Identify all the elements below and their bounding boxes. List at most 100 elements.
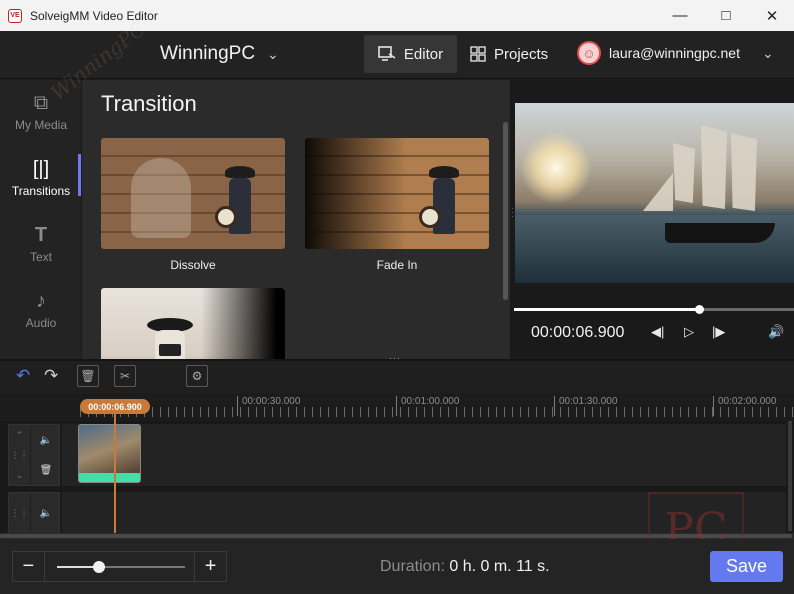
ghost-overlay	[131, 158, 191, 238]
ruler-label: 00:01:00.000	[396, 396, 459, 416]
sidebar-item-transitions[interactable]: [|] Transitions	[0, 148, 82, 208]
zoom-handle[interactable]	[92, 561, 105, 573]
ship-hull	[665, 223, 775, 243]
delete-track-icon[interactable]: 🗑	[40, 465, 53, 476]
transitions-panel: Transition Dissolve Fade In	[82, 80, 510, 359]
ship-sail	[731, 133, 757, 211]
workspace-selector[interactable]: WinningPC ⌄	[160, 43, 279, 65]
photo-thumbnail	[101, 288, 285, 359]
footer-bar: − + Duration: 0 h. 0 m. 11 s. Save	[0, 539, 794, 594]
timeline-toolbar: ↶ ↷ 🗑 ✂ ⚙	[0, 359, 794, 393]
editor-tab-label: Editor	[403, 45, 444, 63]
chevron-down-icon[interactable]: ⌄	[16, 470, 24, 481]
splitter-grip-icon: · · ·	[511, 204, 514, 221]
track-controls: 🔈	[31, 493, 61, 533]
maximize-button[interactable]: □	[703, 0, 749, 31]
play-icon[interactable]: ▷	[684, 324, 694, 340]
audio-track-header: ⋮⋮ 🔈	[8, 492, 60, 534]
fade-shade	[201, 288, 285, 359]
user-menu[interactable]: ☺ laura@winningpc.net ⌄	[577, 41, 774, 65]
avatar: ☺	[577, 41, 601, 65]
title-bar: VE SolveigMM Video Editor — □ ✕	[0, 0, 794, 31]
sidebar-item-label: My Media	[14, 118, 67, 132]
video-clip[interactable]	[78, 424, 141, 483]
delete-icon[interactable]: 🗑	[77, 365, 99, 387]
chevron-down-icon: ⌄	[761, 44, 774, 61]
editor-tab[interactable]: Editor	[364, 35, 457, 73]
ship-sail	[673, 143, 695, 203]
zoom-control: − +	[12, 551, 227, 582]
ship-sail	[701, 125, 727, 209]
tile-label: Fade In	[376, 258, 418, 272]
zoom-out-button[interactable]: −	[13, 552, 44, 581]
text-icon: T	[34, 224, 48, 246]
app-logo-icon: VE	[8, 8, 22, 23]
workspace-name: WinningPC	[160, 43, 256, 64]
volume-icon[interactable]: 🔊	[768, 324, 784, 340]
playback-progress[interactable]	[514, 305, 794, 314]
photographer-figure	[147, 318, 193, 359]
duration-label: Duration:	[380, 558, 445, 575]
close-button[interactable]: ✕	[749, 0, 794, 31]
duration-readout: Duration: 0 h. 0 m. 11 s.	[380, 558, 550, 576]
sidebar-item-text[interactable]: T Text	[0, 214, 82, 274]
drag-handle-icon[interactable]: ⋮⋮	[11, 508, 29, 519]
grid-icon	[470, 46, 486, 62]
tile-label: Dissolve	[170, 258, 216, 272]
clip-audio-bar	[79, 473, 140, 482]
minimize-button[interactable]: —	[657, 0, 703, 31]
banjo-player-figure	[215, 166, 259, 244]
redo-icon[interactable]: ↷	[44, 366, 58, 386]
sun	[521, 133, 591, 203]
track-grip[interactable]: ⌃ ⋮⋮ ⌄	[9, 425, 31, 485]
projects-tab[interactable]: Projects	[470, 35, 548, 73]
left-sidebar: ⧉ My Media [|] Transitions T Text ♪ Audi…	[0, 80, 82, 359]
sidebar-item-label: Audio	[25, 316, 57, 330]
app-window: VE SolveigMM Video Editor — □ ✕ WinningP…	[0, 0, 794, 594]
next-frame-icon[interactable]: |▶	[712, 324, 725, 340]
progress-fill	[514, 308, 699, 311]
sidebar-item-audio[interactable]: ♪ Audio	[0, 280, 82, 340]
timeline-ruler[interactable]: 00:00:30.000 00:01:00.000 00:01:30.000 0…	[0, 393, 794, 421]
sidebar-item-label: Text	[29, 250, 52, 264]
save-button[interactable]: Save	[710, 551, 783, 582]
chevron-up-icon[interactable]: ⌃	[16, 430, 24, 441]
panel-scrollbar[interactable]	[503, 122, 508, 300]
zoom-slider[interactable]	[43, 552, 196, 581]
ruler-label: 00:00:30.000	[237, 396, 300, 416]
transitions-icon: [|]	[32, 158, 50, 180]
drag-handle-icon[interactable]: ⋮⋮	[11, 450, 29, 461]
editor-icon	[378, 46, 396, 61]
video-preview: 00:00:06.900 ◀| ▷ |▶ 🔊	[514, 80, 794, 359]
transition-tile-fade-in[interactable]: Fade In	[305, 138, 489, 272]
duration-value: 0 h. 0 m. 11 s.	[449, 558, 550, 575]
previous-frame-icon[interactable]: ◀|	[651, 324, 664, 340]
banjo-player-figure	[419, 166, 463, 244]
video-frame	[515, 103, 794, 283]
track-controls: 🔈 🗑	[31, 425, 61, 485]
video-track-lane[interactable]	[62, 424, 786, 486]
undo-icon[interactable]: ↶	[16, 366, 30, 386]
split-scissors-icon[interactable]: ✂	[114, 365, 136, 387]
ship-sail	[643, 173, 673, 211]
current-timecode: 00:00:06.900	[531, 324, 625, 341]
dissolve-thumbnail	[101, 138, 285, 249]
playhead-line[interactable]	[114, 412, 116, 534]
audio-icon: ♪	[36, 290, 46, 312]
track-grip[interactable]: ⋮⋮	[9, 493, 31, 533]
timeline-vertical-scrollbar[interactable]	[788, 421, 792, 531]
mute-speaker-icon[interactable]: 🔈	[40, 508, 52, 519]
settings-gear-icon[interactable]: ⚙	[186, 365, 208, 387]
zoom-in-button[interactable]: +	[195, 552, 226, 581]
video-track-header: ⌃ ⋮⋮ ⌄ 🔈 🗑	[8, 424, 60, 486]
ruler-label: 00:01:30.000	[554, 396, 617, 416]
transition-tile-dissolve[interactable]: Dissolve	[101, 138, 285, 272]
projects-tab-label: Projects	[494, 45, 549, 63]
mute-speaker-icon[interactable]: 🔈	[40, 435, 52, 446]
media-icon: ⧉	[33, 92, 49, 114]
transition-tile-3[interactable]	[101, 288, 285, 359]
chevron-down-icon: ⌄	[267, 45, 279, 62]
panel-title: Transition	[101, 91, 197, 116]
user-email: laura@winningpc.net	[609, 45, 740, 61]
progress-handle[interactable]	[694, 305, 704, 314]
